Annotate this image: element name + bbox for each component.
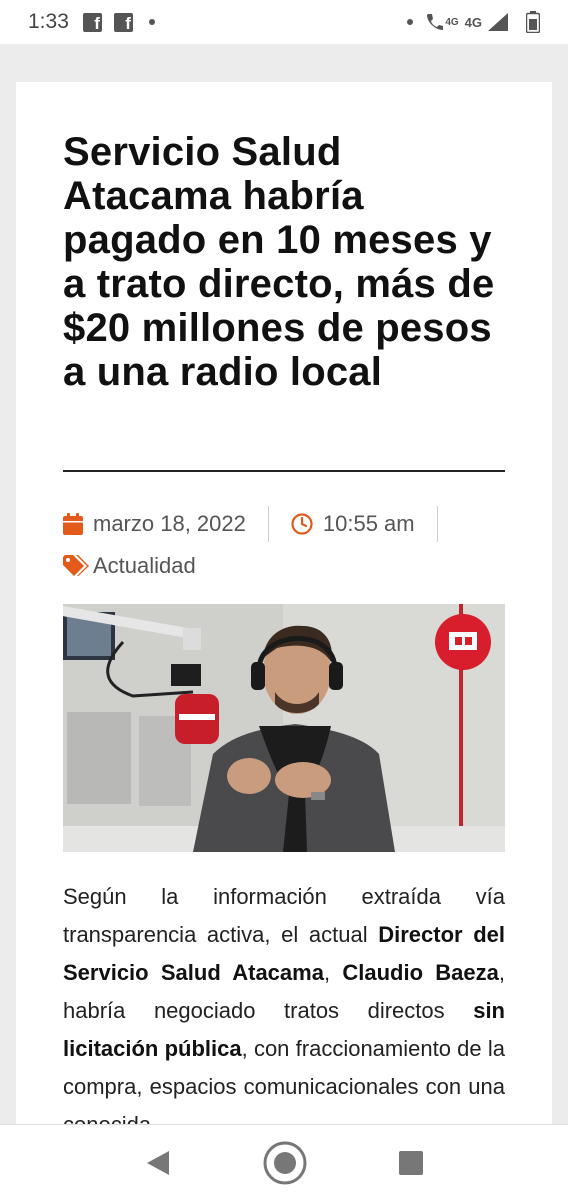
signal-icon [488, 13, 508, 31]
facebook-notification-icon: f [82, 12, 102, 32]
network-type-label: 4G [445, 16, 459, 28]
meta-separator-2 [436, 506, 438, 542]
article-image [63, 604, 505, 852]
notification-dot-icon [148, 19, 155, 25]
facebook-notification-icon-2: f [113, 12, 133, 32]
article-body: Según la información extraída vía transp… [63, 878, 505, 1142]
navigation-bar [0, 1124, 568, 1200]
article-meta: marzo 18, 2022 10:55 am Actualidad [63, 506, 508, 584]
article-category[interactable]: Actualidad [63, 553, 196, 579]
clock-icon [291, 513, 313, 535]
time-text: 10:55 am [322, 511, 415, 536]
category-link: Actualidad [93, 553, 196, 578]
article-card: Servicio Salud Atacama habría pagado en … [16, 82, 552, 1142]
wifi-call-icon [427, 14, 444, 30]
date-text: marzo 18, 2022 [93, 511, 246, 536]
tags-icon [63, 555, 91, 577]
article-title: Servicio Salud Atacama habría pagado en … [63, 130, 495, 394]
status-icons: 4G 4G [407, 11, 540, 33]
status-time: 1:33 [28, 10, 69, 33]
title-divider [63, 470, 505, 472]
article-date[interactable]: marzo 18, 2022 [63, 511, 246, 537]
recents-icon[interactable] [398, 1150, 423, 1175]
article-time: 10:55 am [291, 511, 415, 537]
body-bold-text: Claudio Baeza [342, 960, 499, 985]
body-text-run: , [323, 960, 343, 985]
network-type-label-2: 4G [464, 14, 482, 30]
back-icon[interactable] [145, 1149, 171, 1177]
battery-icon [526, 11, 540, 33]
home-icon[interactable] [262, 1140, 308, 1186]
status-dot-icon [407, 19, 414, 25]
status-bar: 1:33 f f 4G 4G [0, 0, 568, 44]
calendar-icon [63, 513, 83, 535]
meta-separator [267, 506, 269, 542]
